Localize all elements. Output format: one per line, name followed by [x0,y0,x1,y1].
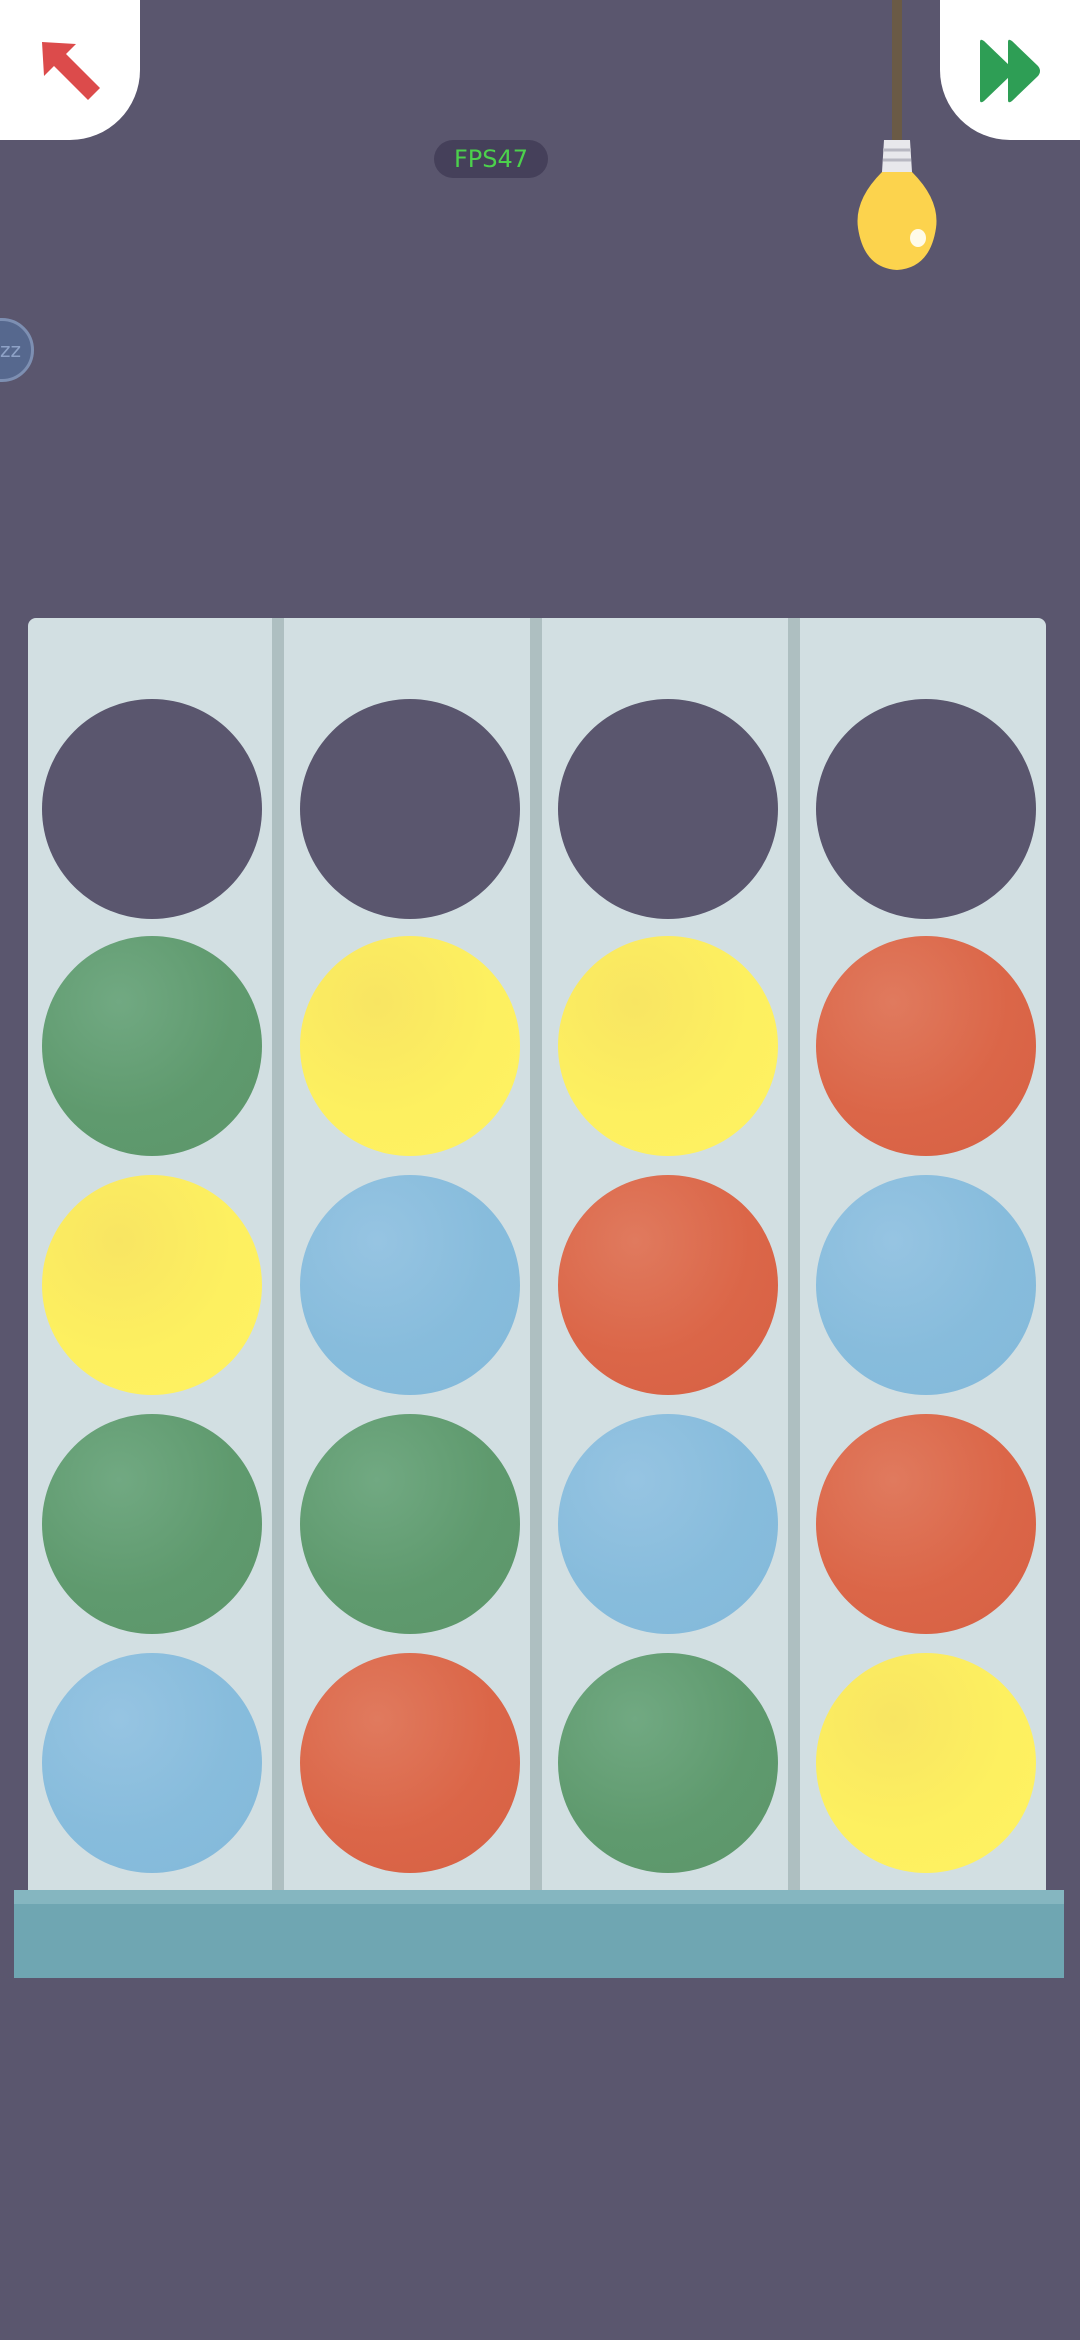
empty-slot[interactable] [558,699,778,919]
red-ball[interactable] [300,1653,520,1873]
yellow-ball[interactable] [300,936,520,1156]
blue-ball[interactable] [300,1175,520,1395]
blue-ball[interactable] [42,1653,262,1873]
lightbulb-icon [857,0,937,270]
arrow-up-left-icon [42,42,100,100]
red-ball[interactable] [558,1175,778,1395]
green-ball[interactable] [42,1414,262,1634]
column-divider [530,618,542,1890]
red-ball[interactable] [816,936,1036,1156]
green-ball[interactable] [558,1653,778,1873]
yellow-ball[interactable] [558,936,778,1156]
fast-forward-icon [980,39,1040,103]
sleep-badge[interactable]: zz [0,318,34,382]
red-ball[interactable] [816,1414,1036,1634]
empty-slot[interactable] [300,699,520,919]
blue-ball[interactable] [558,1414,778,1634]
empty-slot[interactable] [816,699,1036,919]
back-button[interactable] [0,0,140,140]
skip-level-button[interactable] [940,0,1080,140]
column-divider [788,618,800,1890]
hint-button[interactable] [850,0,944,275]
board-base-lip [14,1890,1064,1904]
fps-counter: FPS47 [434,140,548,178]
green-ball[interactable] [300,1414,520,1634]
yellow-ball[interactable] [816,1653,1036,1873]
column-divider [272,618,284,1890]
empty-slot[interactable] [42,699,262,919]
yellow-ball[interactable] [42,1175,262,1395]
green-ball[interactable] [42,936,262,1156]
blue-ball[interactable] [816,1175,1036,1395]
